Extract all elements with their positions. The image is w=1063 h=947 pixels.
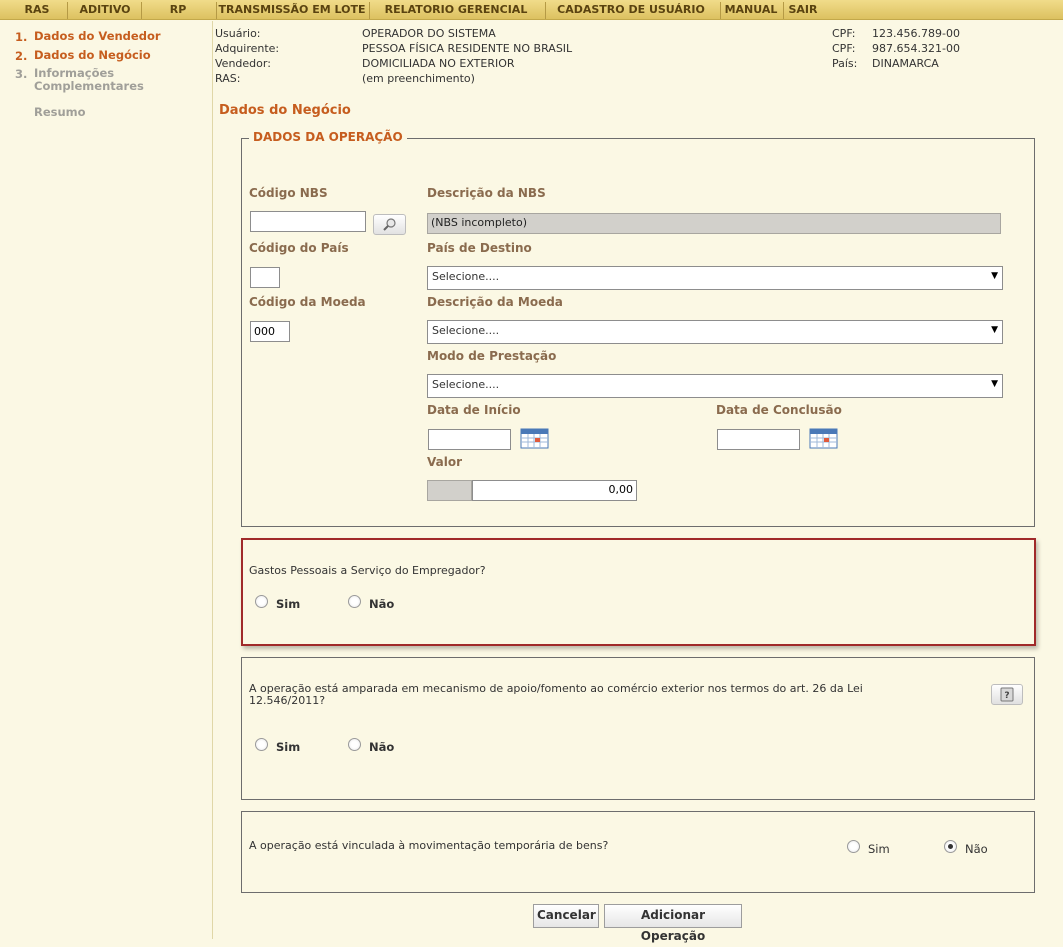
step-dados-do-vendedor[interactable]: 1. Dados do Vendedor	[15, 29, 161, 45]
pais-destino-label: País de Destino	[427, 241, 532, 255]
step-informacoes-complementares: 3. Informações Complementares	[15, 67, 154, 93]
data-inicio-input[interactable]	[428, 429, 511, 450]
step-label: Dados do Negócio	[34, 48, 151, 62]
fomento-nao-label: Não	[369, 740, 395, 754]
nav-transmissao-em-lote[interactable]: TRANSMISSÃO EM LOTE	[218, 0, 366, 20]
nav-sair[interactable]: SAIR	[786, 0, 820, 20]
step-dados-do-negocio[interactable]: 2. Dados do Negócio	[15, 48, 151, 64]
descricao-nbs-field: (NBS incompleto)	[427, 213, 1001, 234]
step-label: Dados do Vendedor	[34, 29, 161, 43]
calendar-icon[interactable]	[809, 427, 838, 449]
descricao-nbs-label: Descrição da NBS	[427, 186, 546, 200]
pais-destino-select[interactable]: Selecione.... ▼	[427, 266, 1003, 290]
codigo-nbs-input[interactable]	[250, 211, 366, 232]
cancel-button[interactable]: Cancelar	[533, 904, 599, 928]
pais-label: País:	[832, 57, 858, 70]
step-number: 2.	[15, 49, 28, 63]
gastos-sim-label: Sim	[276, 597, 301, 611]
vendedor-value: DOMICILIADA NO EXTERIOR	[362, 57, 515, 70]
nav-aditivo[interactable]: ADITIVO	[72, 0, 138, 20]
page-title: Dados do Negócio	[219, 103, 351, 118]
ras-label: RAS:	[215, 72, 241, 85]
dropdown-arrow-icon: ▼	[991, 325, 998, 335]
usuario-label: Usuário:	[215, 27, 261, 40]
svg-text:?: ?	[1004, 691, 1009, 701]
temporaria-section	[241, 811, 1035, 893]
step-label: Informações Complementares	[34, 66, 144, 93]
temporaria-question: A operação está vinculada à movimentação…	[249, 839, 609, 852]
modo-prestacao-select[interactable]: Selecione.... ▼	[427, 374, 1003, 398]
nav-rp[interactable]: RP	[150, 0, 206, 20]
nav-separator	[141, 2, 142, 19]
gastos-nao-label: Não	[369, 597, 395, 611]
fomento-sim-label: Sim	[276, 740, 301, 754]
descricao-moeda-select[interactable]: Selecione.... ▼	[427, 320, 1003, 344]
help-button[interactable]: ?	[991, 684, 1023, 705]
gastos-sim-radio[interactable]	[255, 595, 268, 608]
cpf-label: CPF:	[832, 27, 856, 40]
cpf-value: 123.456.789-00	[872, 27, 960, 40]
step-number: 1.	[15, 30, 28, 44]
descricao-moeda-selected: Selecione....	[432, 324, 500, 337]
fomento-sim-radio[interactable]	[255, 738, 268, 751]
valor-input[interactable]: 0,00	[472, 480, 637, 501]
adquirente-value: PESSOA FÍSICA RESIDENTE NO BRASIL	[362, 42, 573, 55]
codigo-moeda-input[interactable]	[250, 321, 290, 342]
nav-separator	[545, 2, 546, 19]
nav-separator	[720, 2, 721, 19]
pais-destino-selected: Selecione....	[432, 270, 500, 283]
valor-label: Valor	[427, 455, 463, 469]
data-inicio-label: Data de Início	[427, 403, 521, 417]
dados-operacao-legend: DADOS DA OPERAÇÃO	[249, 130, 407, 144]
pais-value: DINAMARCA	[872, 57, 939, 70]
dropdown-arrow-icon: ▼	[991, 271, 998, 281]
adquirente-label: Adquirente:	[215, 42, 280, 55]
calendar-icon[interactable]	[520, 427, 549, 449]
modo-prestacao-selected: Selecione....	[432, 378, 500, 391]
gastos-pessoais-question: Gastos Pessoais a Serviço do Empregador?	[249, 564, 486, 577]
temporaria-sim-radio[interactable]	[847, 840, 860, 853]
dropdown-arrow-icon: ▼	[991, 379, 998, 389]
nav-cadastro-de-usuario[interactable]: CADASTRO DE USUÁRIO	[552, 0, 710, 20]
usuario-value: OPERADOR DO SISTEMA	[362, 27, 496, 40]
fomento-section	[241, 657, 1035, 800]
data-conclusao-label: Data de Conclusão	[716, 403, 842, 417]
fomento-question: A operação está amparada em mecanismo de…	[249, 682, 863, 707]
data-conclusao-input[interactable]	[717, 429, 800, 450]
step-number: 3.	[15, 67, 28, 81]
add-operation-button[interactable]: Adicionar Operação	[604, 904, 742, 943]
codigo-nbs-label: Código NBS	[249, 186, 328, 200]
descricao-moeda-label: Descrição da Moeda	[427, 295, 563, 309]
help-icon: ?	[1000, 687, 1014, 702]
temporaria-nao-label: Não	[965, 842, 988, 856]
nav-separator	[783, 2, 784, 19]
nav-relatorio-gerencial[interactable]: RELATORIO GERENCIAL	[374, 0, 538, 20]
vendedor-label: Vendedor:	[215, 57, 271, 70]
nav-separator	[369, 2, 370, 19]
temporaria-sim-label: Sim	[868, 842, 890, 856]
top-navigation: RAS ADITIVO RP TRANSMISSÃO EM LOTE RELAT…	[0, 0, 1063, 20]
step-resumo: Resumo	[15, 106, 86, 120]
gastos-pessoais-section	[241, 538, 1036, 646]
search-nbs-button[interactable]	[373, 214, 406, 235]
nav-separator	[216, 2, 217, 19]
modo-prestacao-label: Modo de Prestação	[427, 349, 557, 363]
codigo-pais-input[interactable]	[250, 267, 280, 288]
gastos-nao-radio[interactable]	[348, 595, 361, 608]
cpf-value: 987.654.321-00	[872, 42, 960, 55]
ras-value: (em preenchimento)	[362, 72, 475, 85]
codigo-moeda-label: Código da Moeda	[249, 295, 366, 309]
valor-currency-field	[427, 480, 472, 501]
magnifier-icon	[383, 218, 396, 231]
nav-separator	[67, 2, 68, 19]
codigo-pais-label: Código do País	[249, 241, 349, 255]
cpf-label: CPF:	[832, 42, 856, 55]
temporaria-nao-radio[interactable]	[944, 840, 957, 853]
fomento-nao-radio[interactable]	[348, 738, 361, 751]
steps-sidebar	[0, 21, 213, 939]
nav-manual[interactable]: MANUAL	[723, 0, 779, 20]
nav-ras[interactable]: RAS	[12, 0, 62, 20]
step-label: Resumo	[34, 105, 86, 119]
